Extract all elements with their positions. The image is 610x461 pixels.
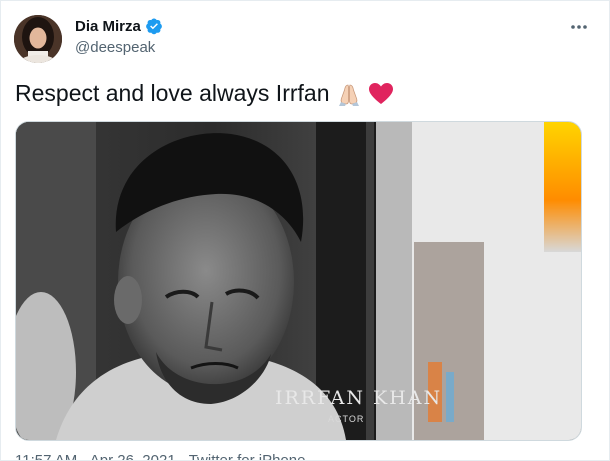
folded-hands-emoji: [336, 81, 362, 107]
tweet-text: Respect and love always Irrfan: [15, 80, 394, 107]
verified-badge-icon: [145, 17, 163, 35]
author-handle[interactable]: @deespeak: [75, 39, 155, 56]
avatar[interactable]: [14, 15, 62, 63]
tweet-timestamp[interactable]: 11:57 AM · Apr 26, 2021 · Twitter for iP…: [15, 452, 305, 460]
red-heart-emoji: [368, 81, 394, 107]
tweet-card: Dia Mirza @deespeak Respect and love alw…: [0, 0, 610, 461]
media-caption-role: ACTOR: [328, 414, 365, 424]
author-name[interactable]: Dia Mirza: [75, 18, 141, 35]
author-row: Dia Mirza: [75, 17, 163, 35]
media-image[interactable]: IRRFAN KHAN ACTOR: [15, 121, 582, 441]
tweet-text-content: Respect and love always Irrfan: [15, 80, 330, 106]
more-options-icon[interactable]: [569, 17, 589, 37]
media-caption-name: IRRFAN KHAN: [275, 387, 443, 409]
